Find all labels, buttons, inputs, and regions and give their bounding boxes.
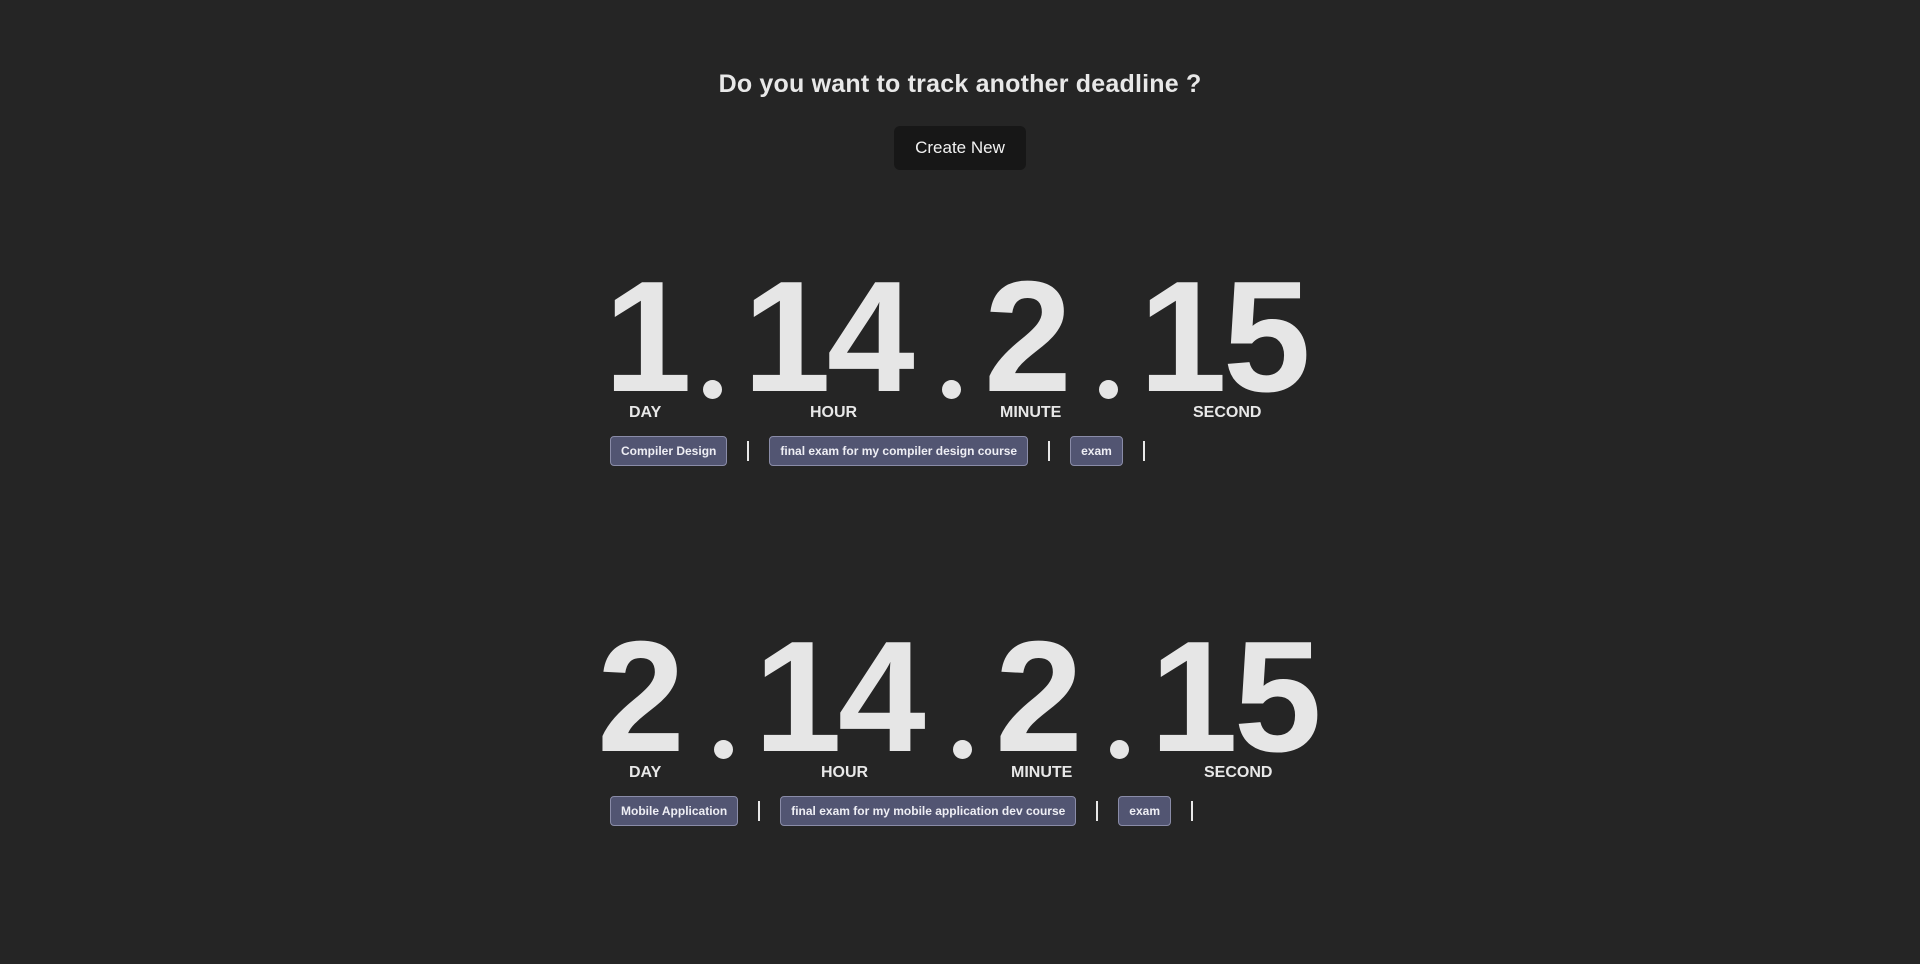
separator-dot	[942, 380, 961, 399]
tag-separator	[1048, 441, 1051, 461]
tag-separator	[1096, 801, 1099, 821]
hour-label: HOUR	[821, 764, 869, 781]
separator-dot	[953, 740, 972, 759]
tag-list: Compiler Design final exam for my compil…	[610, 436, 1165, 466]
hour-value: 14	[754, 609, 926, 785]
tag-separator	[1142, 441, 1145, 461]
hour-value: 14	[743, 249, 915, 425]
second-label: SECOND	[1193, 404, 1262, 421]
countdown-timer: 2 DAY 14 HOUR 2 MINUTE 15 SECOND Mobile …	[0, 618, 1920, 858]
tag-separator	[747, 441, 750, 461]
hour-unit: 14	[754, 609, 926, 785]
tag-course[interactable]: Mobile Application	[610, 796, 739, 826]
tag-course[interactable]: Compiler Design	[610, 436, 728, 466]
day-label: DAY	[629, 404, 662, 421]
create-new-button[interactable]: Create New	[894, 126, 1026, 170]
day-label: DAY	[629, 764, 662, 781]
tag-type[interactable]: exam	[1118, 796, 1171, 826]
minute-label: MINUTE	[1000, 404, 1062, 421]
tag-list: Mobile Application final exam for my mob…	[610, 796, 1213, 826]
second-value: 15	[1150, 609, 1322, 785]
minute-value: 2	[984, 249, 1072, 425]
tag-description[interactable]: final exam for my compiler design course	[769, 436, 1029, 466]
minute-unit: 2	[995, 609, 1083, 785]
day-value: 1	[604, 249, 692, 425]
day-unit: 2	[597, 609, 685, 785]
minute-unit: 2	[984, 249, 1072, 425]
tag-separator	[758, 801, 761, 821]
page-title: Do you want to track another deadline ?	[718, 70, 1202, 98]
minute-value: 2	[995, 609, 1083, 785]
day-unit: 1	[604, 249, 692, 425]
second-label: SECOND	[1204, 764, 1273, 781]
separator-dot	[714, 740, 733, 759]
countdown-timer: 1 DAY 14 HOUR 2 MINUTE 15 SECOND Compile…	[0, 258, 1920, 498]
minute-label: MINUTE	[1011, 764, 1073, 781]
hour-unit: 14	[743, 249, 915, 425]
tag-description[interactable]: final exam for my mobile application dev…	[780, 796, 1077, 826]
hour-label: HOUR	[810, 404, 858, 421]
separator-dot	[703, 380, 722, 399]
tag-separator	[1191, 801, 1193, 821]
day-value: 2	[597, 609, 685, 785]
separator-dot	[1099, 380, 1118, 399]
second-unit: 15	[1150, 609, 1322, 785]
separator-dot	[1110, 740, 1129, 759]
second-unit: 15	[1139, 249, 1311, 425]
tag-type[interactable]: exam	[1070, 436, 1123, 466]
second-value: 15	[1139, 249, 1311, 425]
